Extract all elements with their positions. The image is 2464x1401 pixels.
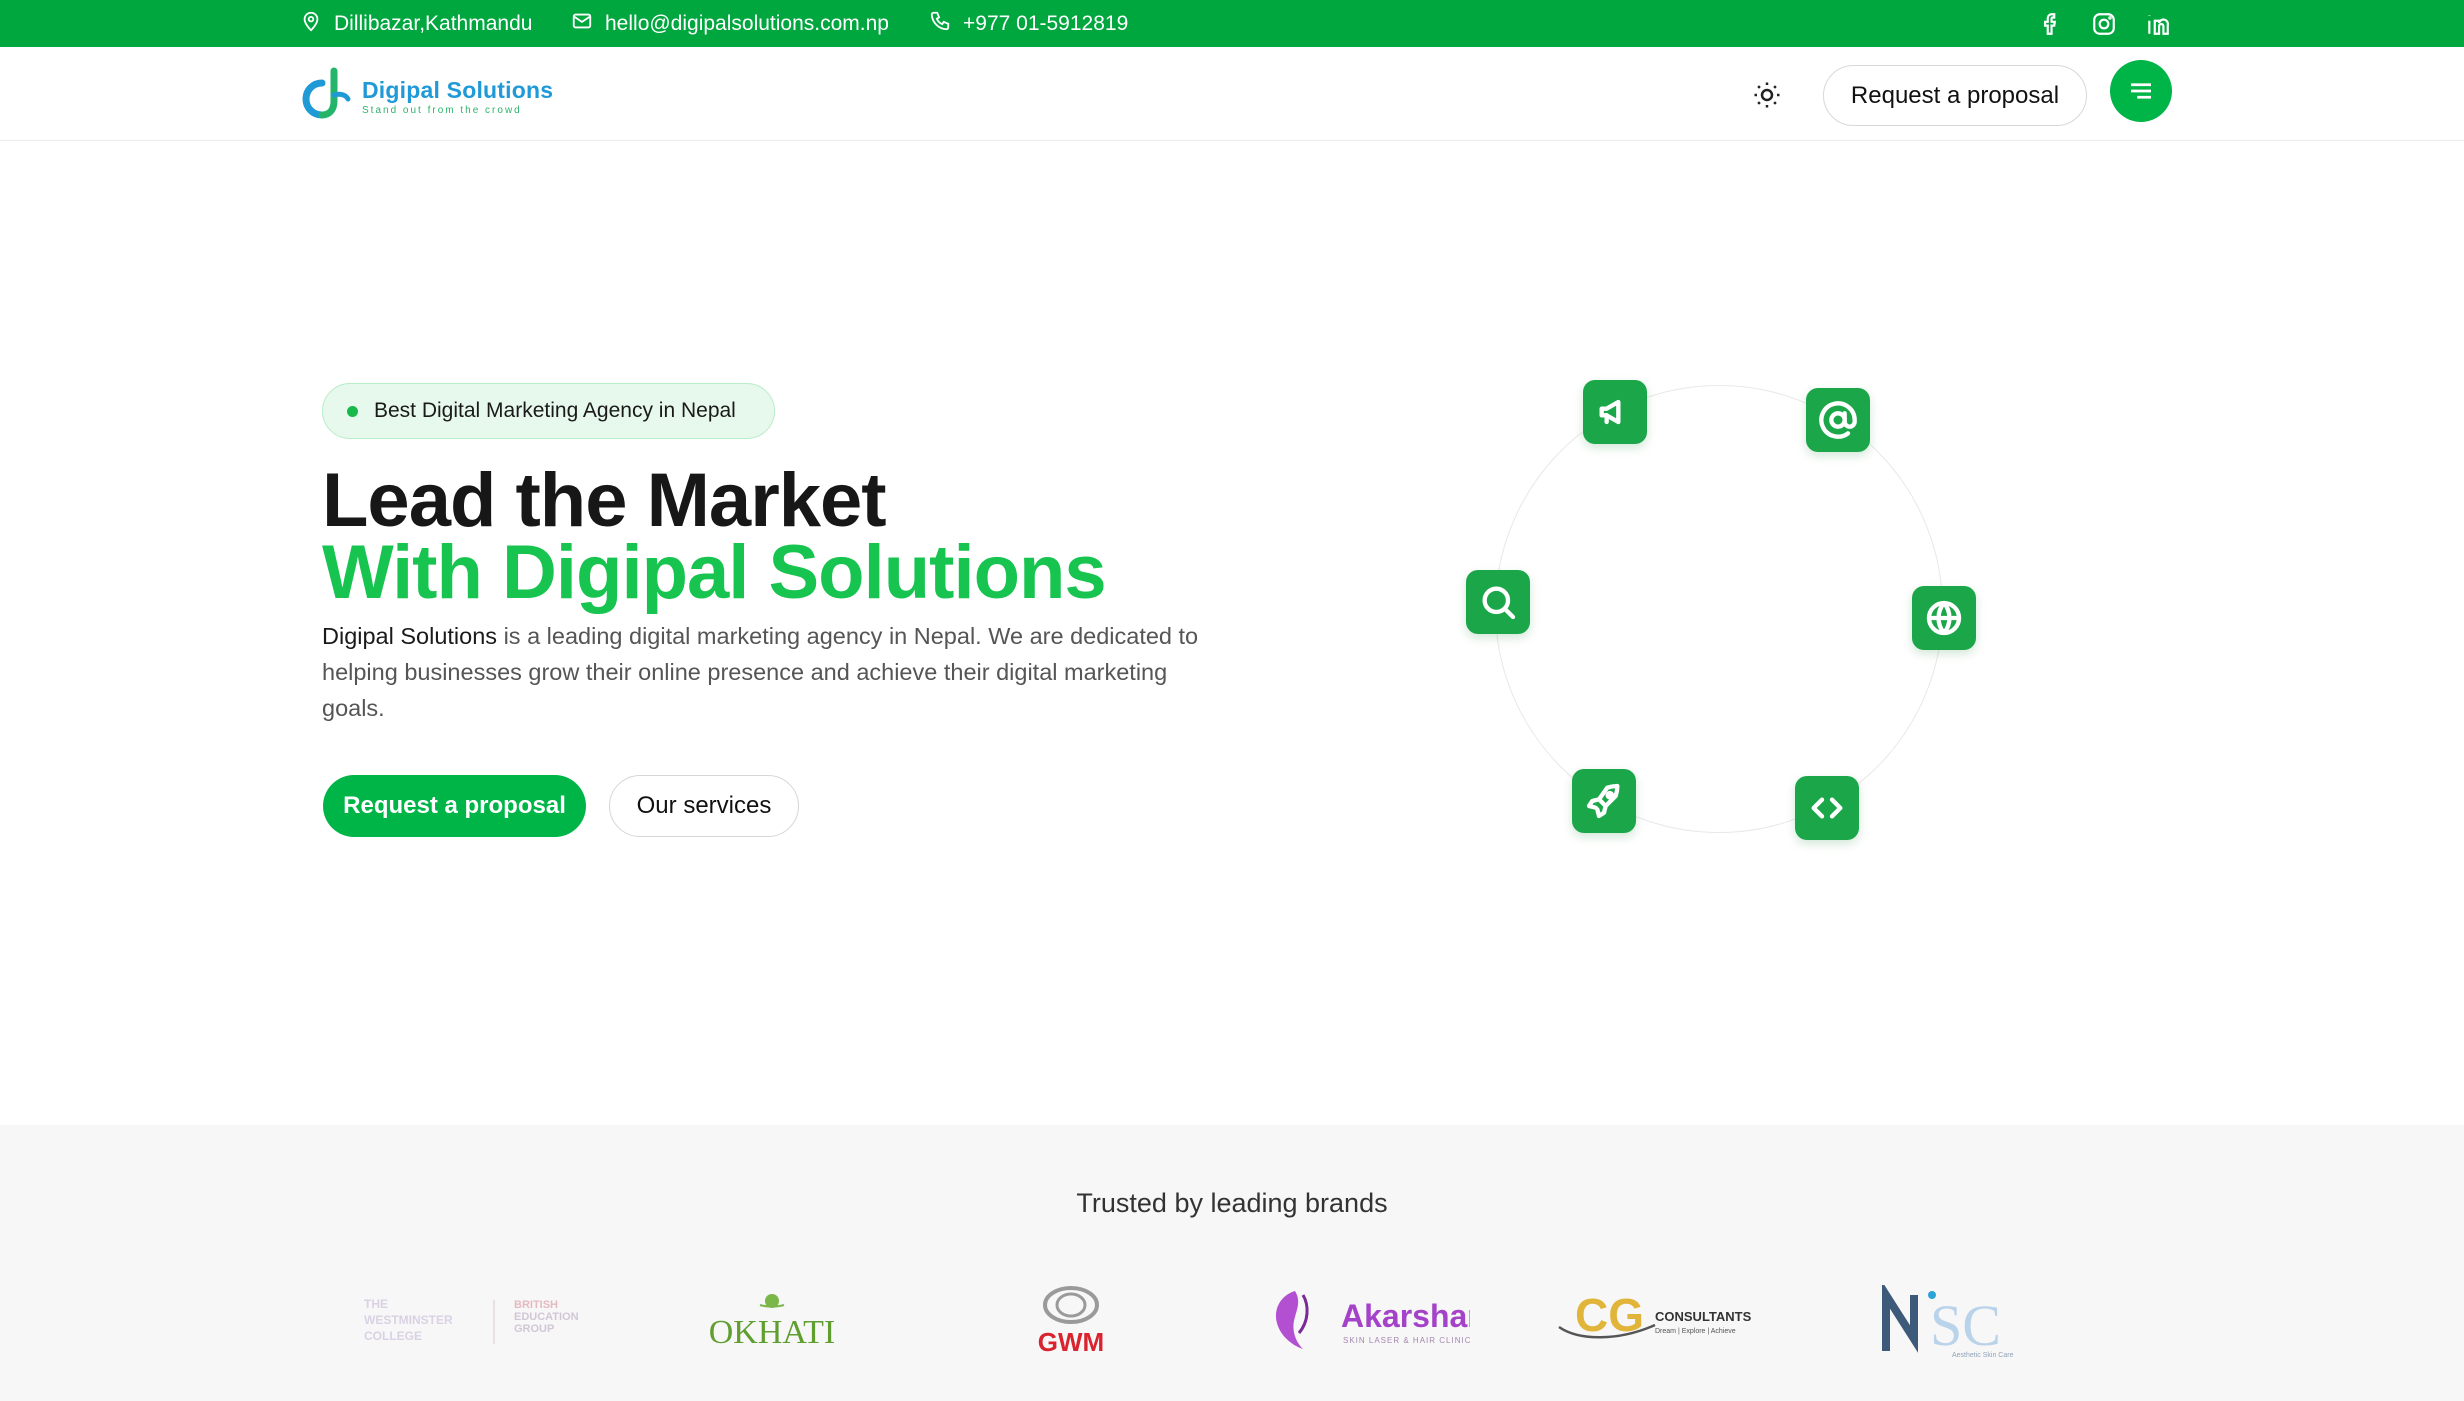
brands-title: Trusted by leading brands — [1076, 1188, 1388, 1218]
phone-icon — [929, 10, 951, 38]
brand-logo-akarshan: Akarshan SKIN LASER & HAIR CLINIC — [1265, 1282, 1470, 1362]
svg-text:GROUP: GROUP — [514, 1323, 554, 1335]
our-services-button[interactable]: Our services — [609, 775, 799, 837]
westminster-text: THE — [364, 1297, 388, 1311]
request-proposal-header-button[interactable]: Request a proposal — [1823, 65, 2087, 126]
brand-logo-westminster: THE WESTMINSTER COLLEGE BRITISH EDUCATIO… — [362, 1282, 594, 1362]
at-icon — [1806, 388, 1870, 452]
svg-text:Akarshan: Akarshan — [1341, 1298, 1470, 1334]
hamburger-icon — [2131, 83, 2151, 99]
site-header: Digipal Solutions Stand out from the cro… — [0, 47, 2464, 141]
phone-text[interactable]: +977 01-5912819 — [963, 12, 1128, 36]
facebook-icon[interactable] — [2038, 11, 2064, 37]
svg-text:GWM: GWM — [1038, 1327, 1104, 1357]
badge-text: Best Digital Marketing Agency in Nepal — [374, 399, 736, 422]
hero-title-line2: With Digipal Solutions — [322, 530, 1107, 615]
svg-text:BRITISH: BRITISH — [514, 1299, 558, 1311]
hero-description: Digipal Solutions is a leading digital m… — [322, 618, 1202, 726]
svg-text:SKIN LASER & HAIR CLINIC: SKIN LASER & HAIR CLINIC — [1343, 1336, 1470, 1345]
svg-text:Dream | Explore | Achieve: Dream | Explore | Achieve — [1655, 1328, 1736, 1335]
hero-description-brand: Digipal Solutions — [322, 623, 498, 649]
rocket-icon — [1572, 769, 1636, 833]
phone-link[interactable]: +977 01-5912819 — [929, 0, 1128, 47]
instagram-icon[interactable] — [2091, 11, 2117, 37]
address-item: Dillibazar,Kathmandu — [300, 0, 532, 47]
email-text[interactable]: hello@digipalsolutions.com.np — [605, 12, 889, 36]
brand-logo-cg-consultants: CG CONSULTANTS Dream | Explore | Achieve — [1555, 1282, 1760, 1362]
brand-logo-gwm: GWM — [1025, 1282, 1117, 1362]
svg-text:OKHATI: OKHATI — [709, 1314, 836, 1351]
svg-text:Aesthetic Skin Care: Aesthetic Skin Care — [1952, 1352, 2014, 1359]
svg-text:CONSULTANTS: CONSULTANTS — [1655, 1309, 1752, 1324]
svg-text:CG: CG — [1575, 1289, 1644, 1341]
mail-icon — [571, 10, 593, 38]
address-text: Dillibazar,Kathmandu — [334, 11, 533, 35]
services-orbit-ring — [1495, 385, 1943, 833]
logo-mark-icon — [302, 67, 351, 119]
svg-text:EDUCATION: EDUCATION — [514, 1311, 579, 1323]
brand-logo-nsc: SC Aesthetic Skin Care — [1882, 1282, 2042, 1362]
logo-tagline: Stand out from the crowd — [362, 104, 522, 116]
top-contact-bar: Dillibazar,Kathmandu hello@digipalsoluti… — [0, 0, 2464, 47]
brand-logo-okhati: OKHATI — [700, 1282, 845, 1362]
svg-text:COLLEGE: COLLEGE — [364, 1329, 422, 1343]
theme-toggle-sun-icon[interactable] — [1752, 80, 1782, 110]
code-icon — [1795, 776, 1859, 840]
email-link[interactable]: hello@digipalsolutions.com.np — [571, 0, 889, 47]
location-pin-icon — [300, 10, 322, 38]
megaphone-icon — [1583, 380, 1647, 444]
badge-dot — [347, 405, 358, 417]
globe-icon — [1912, 586, 1976, 650]
menu-button[interactable] — [2110, 60, 2172, 122]
request-proposal-button[interactable]: Request a proposal — [323, 775, 586, 837]
logo-name: Digipal Solutions — [362, 76, 554, 103]
search-icon — [1466, 570, 1530, 634]
hero-badge: Best Digital Marketing Agency in Nepal — [322, 383, 775, 439]
svg-text:SC: SC — [1930, 1293, 2001, 1358]
linkedin-icon[interactable] — [2145, 11, 2171, 37]
svg-text:WESTMINSTER: WESTMINSTER — [364, 1313, 453, 1327]
site-logo[interactable]: Digipal Solutions Stand out from the cro… — [296, 65, 553, 127]
